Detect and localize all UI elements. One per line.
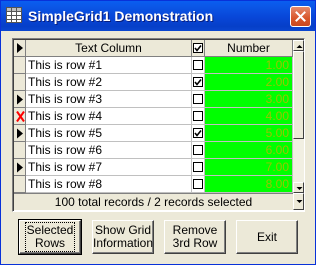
data-grid[interactable]: Text Column Number Column This is row #1…	[12, 38, 305, 212]
check-cell[interactable]	[192, 176, 205, 193]
checkmark-icon	[194, 130, 202, 137]
check-cell[interactable]	[192, 125, 205, 142]
row-checkbox[interactable]	[193, 77, 203, 87]
number-cell[interactable]: 4.00	[205, 108, 293, 125]
vertical-scrollbar[interactable]	[293, 40, 304, 193]
header-checkbox[interactable]	[193, 43, 203, 53]
header-arrow-icon	[17, 43, 23, 53]
row-selector[interactable]	[14, 125, 26, 142]
current-row-arrow-icon	[17, 128, 23, 139]
scroll-down-button[interactable]	[293, 182, 304, 193]
status-text: 100 total records / 2 records selected	[14, 193, 293, 210]
text-cell[interactable]: This is row #1	[26, 57, 192, 74]
row-checkbox[interactable]	[193, 60, 203, 70]
row-selector[interactable]	[14, 142, 26, 159]
text-cell[interactable]: This is row #7	[26, 159, 192, 176]
check-cell[interactable]	[192, 108, 205, 125]
close-button[interactable]	[290, 6, 311, 27]
scroll-up-button[interactable]	[293, 40, 304, 51]
main-window: SimpleGrid1 Demonstration Text Column Nu…	[0, 0, 316, 265]
number-cell[interactable]: 7.00	[205, 159, 293, 176]
row-checkbox[interactable]	[193, 162, 203, 172]
show-grid-label-line2: Information	[92, 236, 154, 250]
selected-rows-button[interactable]: Selected Rows	[18, 219, 82, 255]
arrow-down-icon	[296, 200, 303, 203]
number-cell[interactable]: 2.00	[205, 74, 293, 91]
number-cell[interactable]: 8.00	[205, 176, 293, 193]
row-selector[interactable]	[14, 57, 26, 74]
title-bar[interactable]: SimpleGrid1 Demonstration	[1, 1, 315, 31]
row-selector[interactable]	[14, 74, 26, 91]
row-checkbox[interactable]	[193, 111, 203, 121]
text-cell[interactable]: This is row #8	[26, 176, 192, 193]
row-selector[interactable]	[14, 108, 26, 125]
check-cell[interactable]	[192, 74, 205, 91]
grid-app-icon	[6, 7, 22, 23]
scroll-down-button-lower[interactable]	[293, 193, 304, 210]
checkmark-icon	[194, 79, 202, 86]
number-cell[interactable]: 1.00	[205, 57, 293, 74]
header-row-selector[interactable]	[14, 40, 26, 57]
text-cell[interactable]: This is row #4	[26, 108, 192, 125]
row-checkbox[interactable]	[193, 179, 203, 189]
number-cell[interactable]: 6.00	[205, 142, 293, 159]
remove-3rd-row-button[interactable]: Remove 3rd Row	[164, 220, 226, 254]
number-cell[interactable]: 3.00	[205, 91, 293, 108]
exit-button[interactable]: Exit	[236, 220, 298, 254]
text-cell[interactable]: This is row #3	[26, 91, 192, 108]
row-selector[interactable]	[14, 176, 26, 193]
column-header-text[interactable]: Text Column	[26, 40, 192, 57]
text-cell[interactable]: This is row #2	[26, 74, 192, 91]
check-cell[interactable]	[192, 57, 205, 74]
selected-rows-label-line2: Rows	[34, 236, 65, 250]
check-cell[interactable]	[192, 142, 205, 159]
current-row-arrow-icon	[17, 162, 23, 173]
scroll-thumb[interactable]	[293, 51, 304, 139]
row-checkbox[interactable]	[193, 94, 203, 104]
number-cell[interactable]: 5.00	[205, 125, 293, 142]
column-header-check[interactable]	[192, 40, 205, 57]
arrow-down-icon	[296, 187, 303, 190]
window-title: SimpleGrid1 Demonstration	[28, 8, 214, 24]
row-selector[interactable]	[14, 91, 26, 108]
exit-label: Exit	[256, 229, 277, 244]
row-checkbox[interactable]	[193, 128, 203, 138]
focus-rect: Selected Rows	[24, 222, 76, 252]
delete-row-x-icon	[16, 111, 25, 122]
current-row-arrow-icon	[17, 94, 23, 105]
text-cell[interactable]: This is row #5	[26, 125, 192, 142]
column-header-number[interactable]: Number Column	[205, 40, 293, 71]
check-cell[interactable]	[192, 91, 205, 108]
show-grid-information-button[interactable]: Show Grid Information	[92, 220, 154, 254]
arrow-up-icon	[296, 45, 303, 48]
check-cell[interactable]	[192, 159, 205, 176]
row-checkbox[interactable]	[193, 145, 203, 155]
checkmark-icon	[194, 45, 202, 52]
row-selector[interactable]	[14, 159, 26, 176]
text-cell[interactable]: This is row #6	[26, 142, 192, 159]
close-icon	[295, 11, 306, 22]
remove-row-label-line2: 3rd Row	[172, 236, 218, 250]
